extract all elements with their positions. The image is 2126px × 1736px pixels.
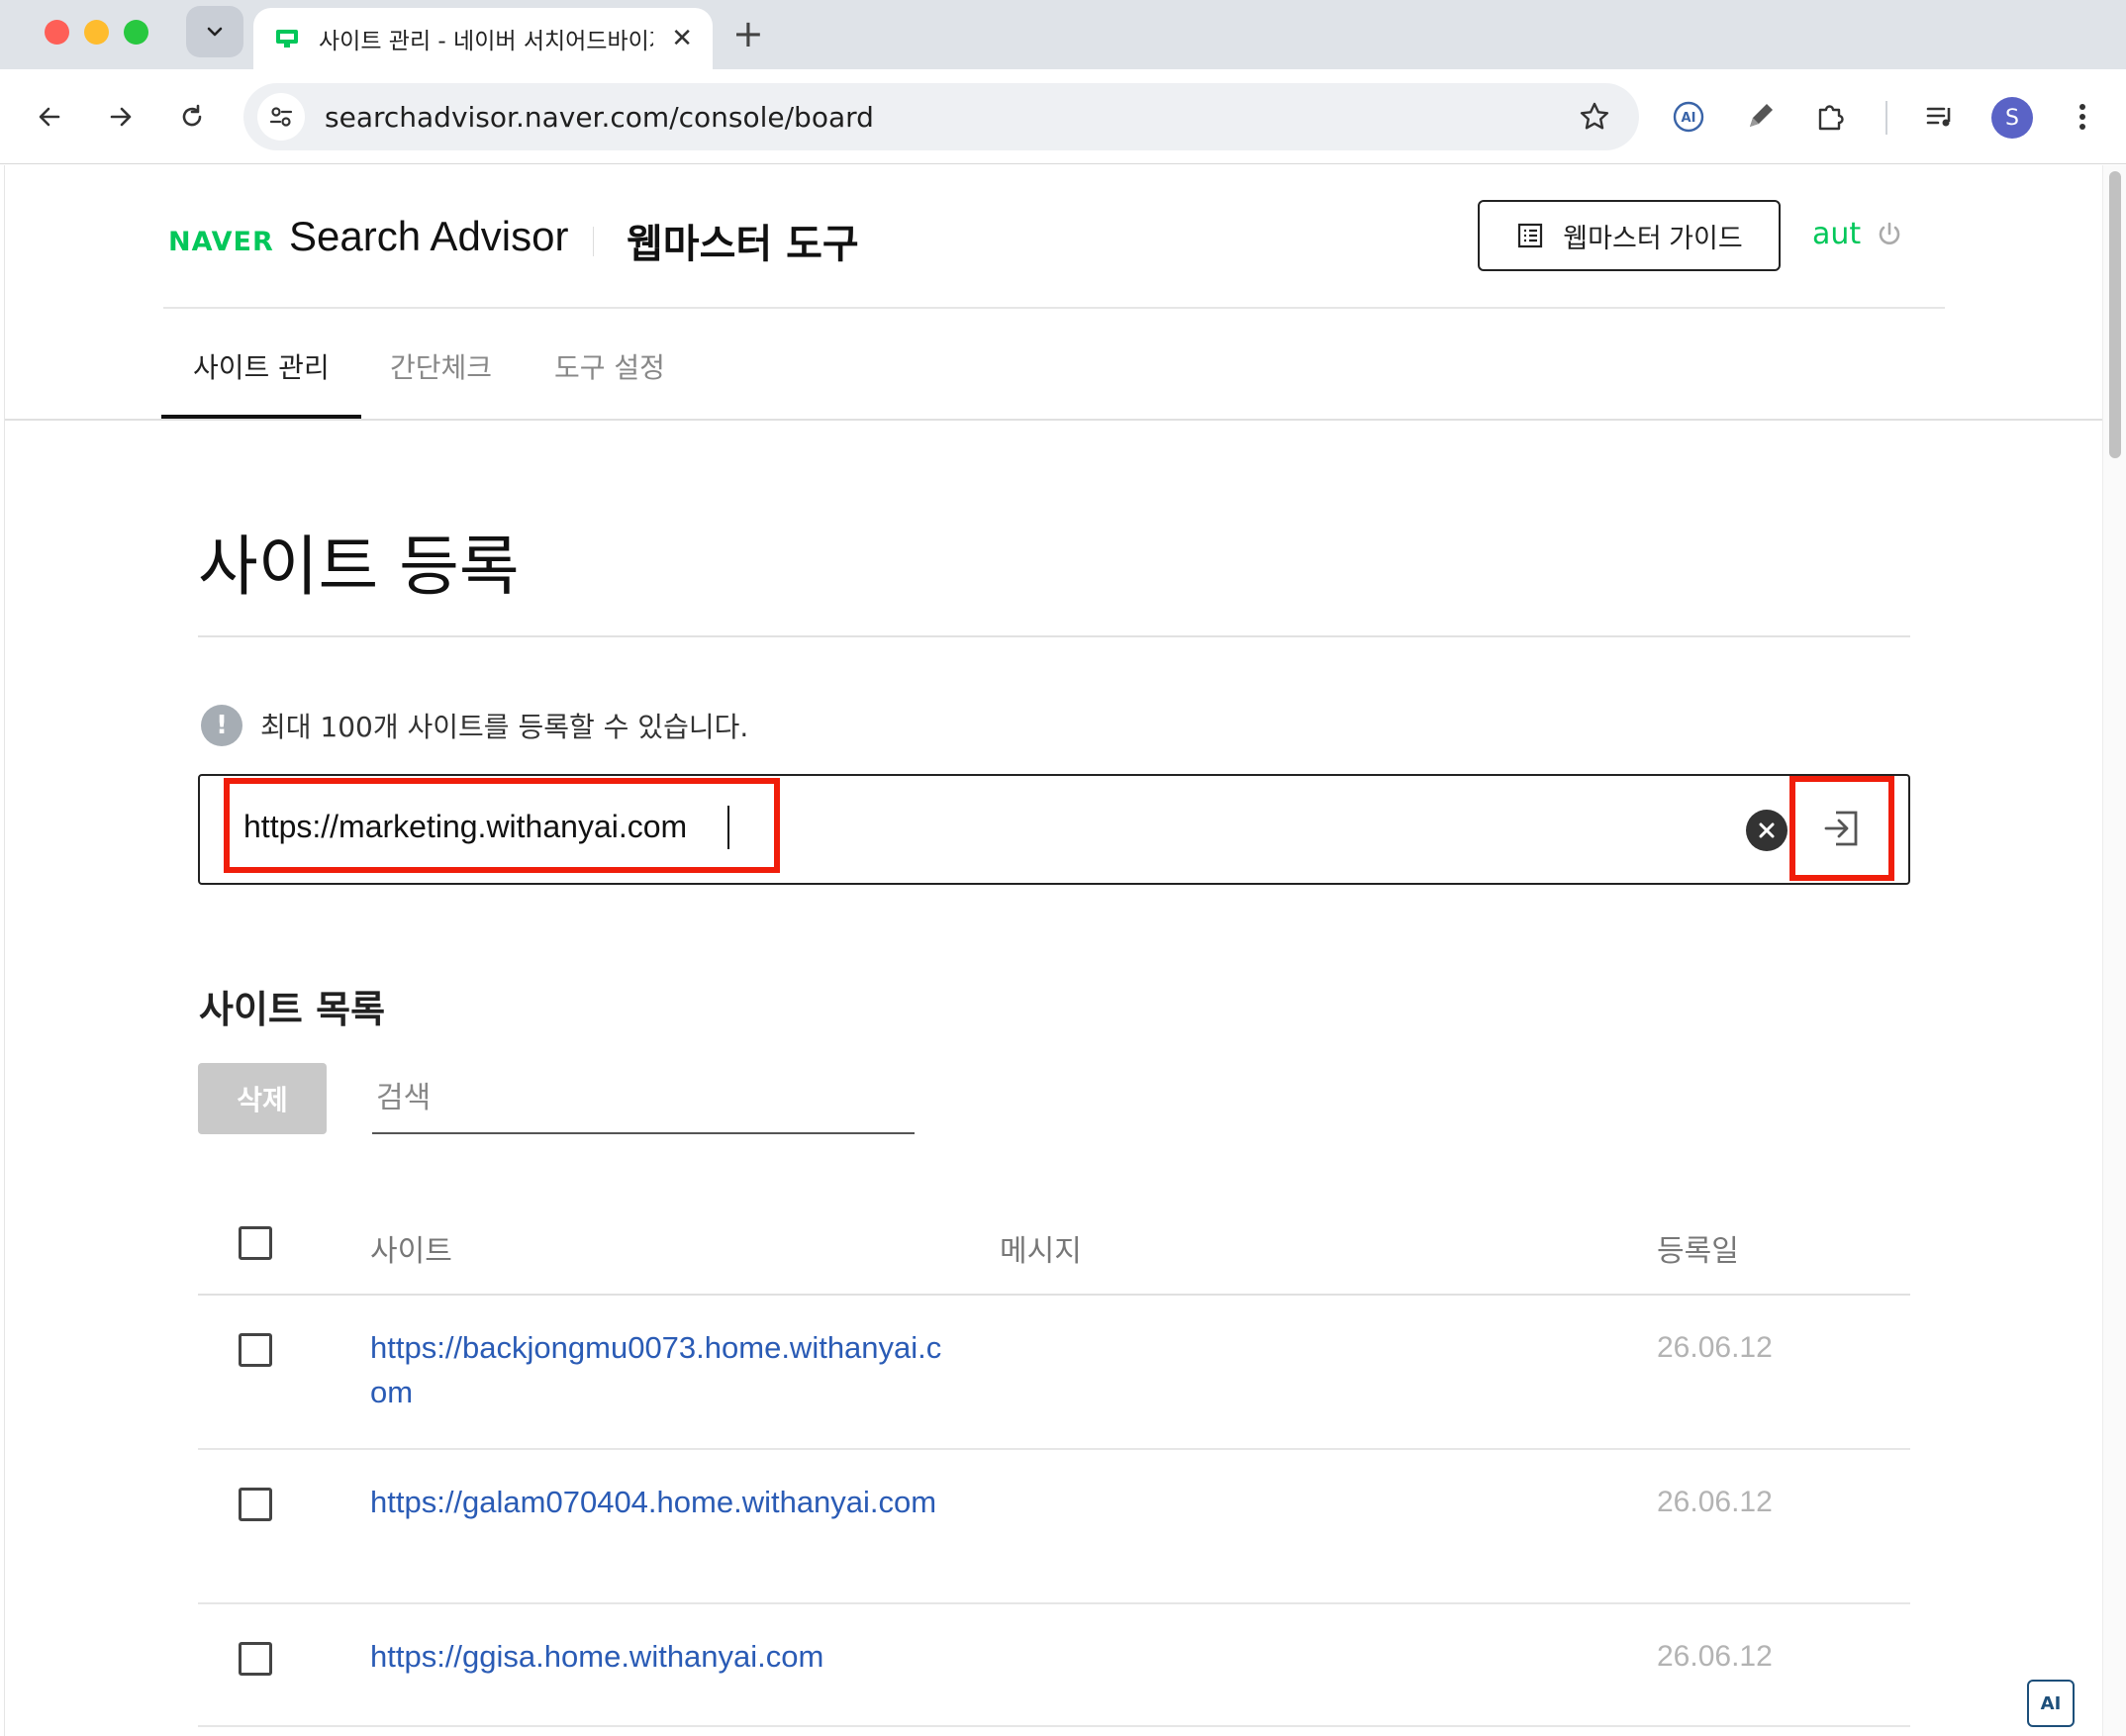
title-divider (198, 635, 1910, 637)
new-tab-button[interactable]: + (732, 12, 764, 55)
window-close-button[interactable] (45, 20, 69, 45)
toolbar-divider (1885, 101, 1887, 135)
ai-extension-button[interactable]: AI (1665, 93, 1712, 141)
back-arrow-icon (39, 107, 60, 127)
url-text[interactable]: searchadvisor.naver.com/console/board (325, 101, 1578, 134)
clear-input-button[interactable] (1746, 810, 1788, 851)
page-content: NAVER Search Advisor 웹마스터 도구 웹마스터 가이드 au… (4, 165, 2103, 1736)
text-caret (727, 806, 729, 849)
site-url-form (198, 774, 1910, 885)
site-link[interactable]: https://backjongmu0073.home.withanyai.co… (370, 1325, 944, 1414)
registration-date: 26.06.12 (1657, 1640, 1773, 1673)
tab-title: 사이트 관리 - 네이버 서치어드바이저 (319, 29, 654, 54)
user-menu[interactable]: aut (1812, 217, 1904, 251)
nav-divider (5, 419, 2103, 421)
tab-search-button[interactable] (186, 6, 243, 57)
tab-site-management[interactable]: 사이트 관리 (193, 346, 330, 386)
svg-text:AI: AI (1682, 111, 1696, 126)
submit-arrow-icon (1824, 811, 1858, 846)
site-info-icon (269, 107, 293, 127)
reload-icon (182, 104, 202, 127)
more-vertical-icon (2079, 104, 2085, 130)
url-input-highlight (224, 778, 780, 873)
tab-tool-settings[interactable]: 도구 설정 (554, 346, 665, 386)
table-row: https://ggisa.home.withanyai.com 26.06.1… (198, 1604, 1910, 1727)
tab-simple-check[interactable]: 간단체크 (390, 346, 492, 386)
webmaster-guide-button[interactable]: 웹마스터 가이드 (1478, 200, 1781, 271)
clear-icon (1759, 822, 1775, 838)
registration-date: 26.06.12 (1657, 1486, 1773, 1518)
alert-icon: ! (201, 705, 242, 746)
tab-favicon-icon (276, 30, 298, 48)
forward-button[interactable] (97, 93, 145, 141)
register-site-button[interactable] (1789, 776, 1894, 881)
row-checkbox[interactable] (239, 1488, 272, 1521)
pen-extension-icon (1750, 104, 1773, 127)
delete-button[interactable]: 삭제 (198, 1063, 327, 1134)
user-name: aut (1812, 217, 1862, 251)
brand-divider (593, 227, 594, 256)
column-message: 메시지 (1000, 1234, 1082, 1269)
webmaster-tools-title[interactable]: 웹마스터 도구 (627, 212, 859, 269)
guide-list-icon (1518, 223, 1543, 248)
registration-date: 26.06.12 (1657, 1331, 1773, 1364)
site-list-title: 사이트 목록 (199, 988, 386, 1031)
row-checkbox[interactable] (239, 1333, 272, 1367)
header-divider (163, 307, 1945, 309)
site-header: NAVER Search Advisor 웹마스터 도구 웹마스터 가이드 au… (5, 165, 2103, 423)
ai-extension-icon: AI (1673, 101, 1704, 133)
site-limit-notice: ! 최대 100개 사이트를 등록할 수 있습니다. (201, 705, 748, 746)
chevron-down-icon (207, 27, 223, 37)
site-link[interactable]: https://galam070404.home.withanyai.com (370, 1480, 944, 1524)
power-icon[interactable] (1875, 220, 1904, 249)
profile-avatar[interactable]: S (1991, 97, 2033, 139)
site-info-button[interactable] (257, 93, 305, 141)
site-url-input[interactable] (243, 802, 758, 851)
page-title: 사이트 등록 (198, 529, 520, 605)
table-row: https://galam070404.home.withanyai.com 2… (198, 1450, 1910, 1604)
row-checkbox[interactable] (239, 1642, 272, 1676)
puzzle-extension-icon (1818, 105, 1844, 131)
browser-menu-button[interactable] (2059, 93, 2106, 141)
naver-logo[interactable]: NAVER (168, 227, 274, 257)
page-scrollbar[interactable] (2102, 165, 2126, 1736)
column-date: 등록일 (1657, 1234, 1739, 1269)
tab-close-button[interactable]: ✕ (671, 24, 693, 53)
site-table: 사이트 메시지 등록일 https://backjongmu0073.home.… (198, 1193, 1910, 1727)
window-zoom-button[interactable] (124, 20, 148, 45)
table-row: https://backjongmu0073.home.withanyai.co… (198, 1296, 1910, 1450)
extensions-button[interactable] (1807, 93, 1855, 141)
site-link[interactable]: https://ggisa.home.withanyai.com (370, 1634, 944, 1679)
active-tab[interactable]: 사이트 관리 - 네이버 서치어드바이저 ✕ (253, 8, 713, 69)
window-minimize-button[interactable] (84, 20, 109, 45)
browser-tabstrip: 사이트 관리 - 네이버 서치어드바이저 ✕ + (0, 0, 2126, 69)
reload-button[interactable] (168, 93, 216, 141)
address-bar[interactable]: searchadvisor.naver.com/console/board (243, 83, 1639, 150)
column-site: 사이트 (370, 1234, 452, 1269)
search-advisor-brand[interactable]: Search Advisor (289, 213, 568, 260)
site-search-input[interactable] (372, 1063, 915, 1134)
select-all-checkbox[interactable] (239, 1226, 272, 1260)
back-button[interactable] (26, 93, 73, 141)
media-queue-button[interactable] (1916, 93, 1964, 141)
forward-arrow-icon (110, 107, 132, 127)
bookmark-star-icon[interactable] (1578, 100, 1611, 134)
guide-button-label: 웹마스터 가이드 (1563, 223, 1743, 253)
notice-text: 최대 100개 사이트를 등록할 수 있습니다. (260, 711, 749, 743)
table-header: 사이트 메시지 등록일 (198, 1193, 1910, 1296)
browser-toolbar: searchadvisor.naver.com/console/board AI… (0, 69, 2126, 164)
ai-badge-icon[interactable]: AI (2027, 1680, 2075, 1727)
pen-extension-button[interactable] (1736, 93, 1784, 141)
media-queue-icon (1926, 107, 1951, 127)
scrollbar-thumb[interactable] (2109, 171, 2121, 458)
